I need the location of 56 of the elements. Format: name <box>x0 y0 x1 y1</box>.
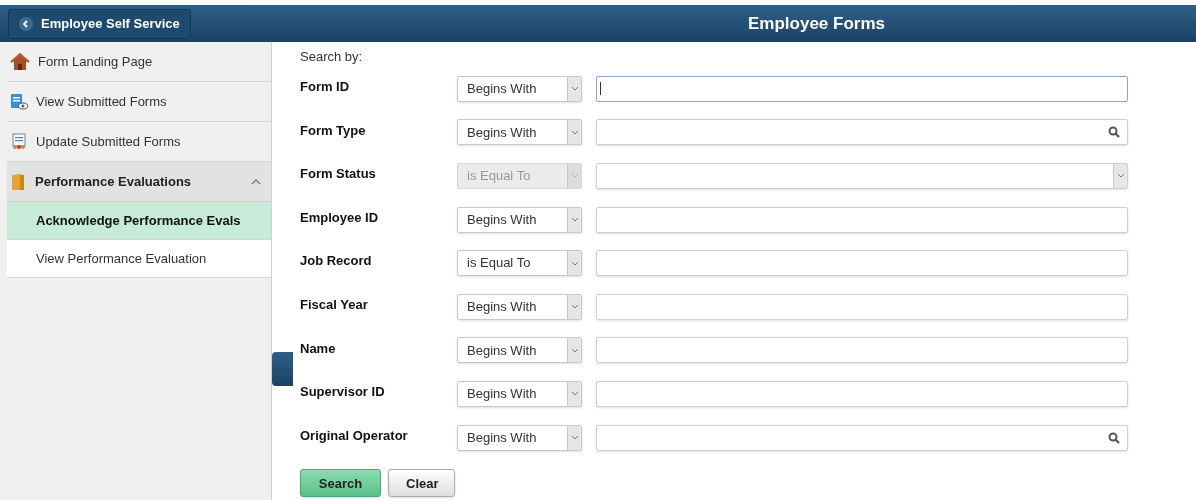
input-field[interactable] <box>596 250 1128 277</box>
document-people-icon <box>10 132 28 151</box>
chevron-up-icon <box>251 178 261 185</box>
operator-dropdown[interactable]: Begins With <box>457 337 582 364</box>
back-button[interactable]: Employee Self Service <box>8 8 191 39</box>
field-label: Name <box>300 339 337 358</box>
input-field[interactable] <box>596 424 1128 451</box>
input-field[interactable] <box>596 206 1128 233</box>
field-label: Form ID <box>300 78 351 97</box>
caret-icon <box>567 381 581 406</box>
field-label: Form Status <box>300 165 377 184</box>
input-field[interactable] <box>596 75 1128 102</box>
caret-icon <box>567 120 581 145</box>
input-field[interactable] <box>596 293 1128 320</box>
caret-icon <box>567 76 581 101</box>
field-label: Fiscal Year <box>300 296 369 314</box>
input-field[interactable] <box>596 380 1128 407</box>
search-heading: Search by: <box>300 48 364 66</box>
operator-dropdown[interactable]: Begins With <box>457 293 582 320</box>
sidebar-subitem[interactable]: View Performance Evaluation <box>7 240 271 278</box>
input-field[interactable] <box>596 119 1128 146</box>
search-icon[interactable] <box>1108 431 1120 444</box>
input-field[interactable] <box>596 337 1128 364</box>
document-eye-icon <box>10 92 28 111</box>
value-dropdown[interactable] <box>596 163 1128 189</box>
field-label: Employee ID <box>300 208 380 227</box>
field-label: Original Operator <box>300 426 409 445</box>
collapse-handle[interactable] <box>272 352 293 386</box>
operator-dropdown[interactable]: is Equal To <box>457 250 582 277</box>
house-icon <box>10 52 30 71</box>
operator-dropdown[interactable]: Begins With <box>457 424 582 451</box>
sidebar-item[interactable]: View Submitted Forms <box>7 82 271 122</box>
clear-button[interactable]: Clear <box>388 469 455 498</box>
field-label: Form Type <box>300 121 367 140</box>
page-title: Employee Forms <box>748 12 885 35</box>
folder-icon <box>11 172 25 191</box>
search-icon[interactable] <box>1108 126 1120 139</box>
operator-dropdown[interactable]: Begins With <box>457 75 582 102</box>
text-cursor <box>600 82 601 96</box>
caret-icon <box>567 294 581 319</box>
sidebar-subitem[interactable]: Acknowledge Performance Evals <box>7 202 271 240</box>
operator-dropdown[interactable]: Begins With <box>457 206 582 233</box>
caret-icon <box>567 338 581 363</box>
field-label: Job Record <box>300 252 373 271</box>
field-label: Supervisor ID <box>300 383 386 402</box>
caret-icon <box>567 207 581 232</box>
search-button[interactable]: Search <box>300 469 381 498</box>
operator-dropdown[interactable]: Begins With <box>457 119 582 146</box>
caret-icon <box>567 164 581 188</box>
sidebar-item[interactable]: Form Landing Page <box>7 42 271 82</box>
chevron-left-icon <box>19 16 33 31</box>
caret-icon <box>1113 164 1127 188</box>
caret-icon <box>567 425 581 450</box>
caret-icon <box>567 251 581 276</box>
operator-dropdown[interactable]: Begins With <box>457 380 582 407</box>
sidebar-group-header[interactable]: Performance Evaluations <box>7 162 271 202</box>
